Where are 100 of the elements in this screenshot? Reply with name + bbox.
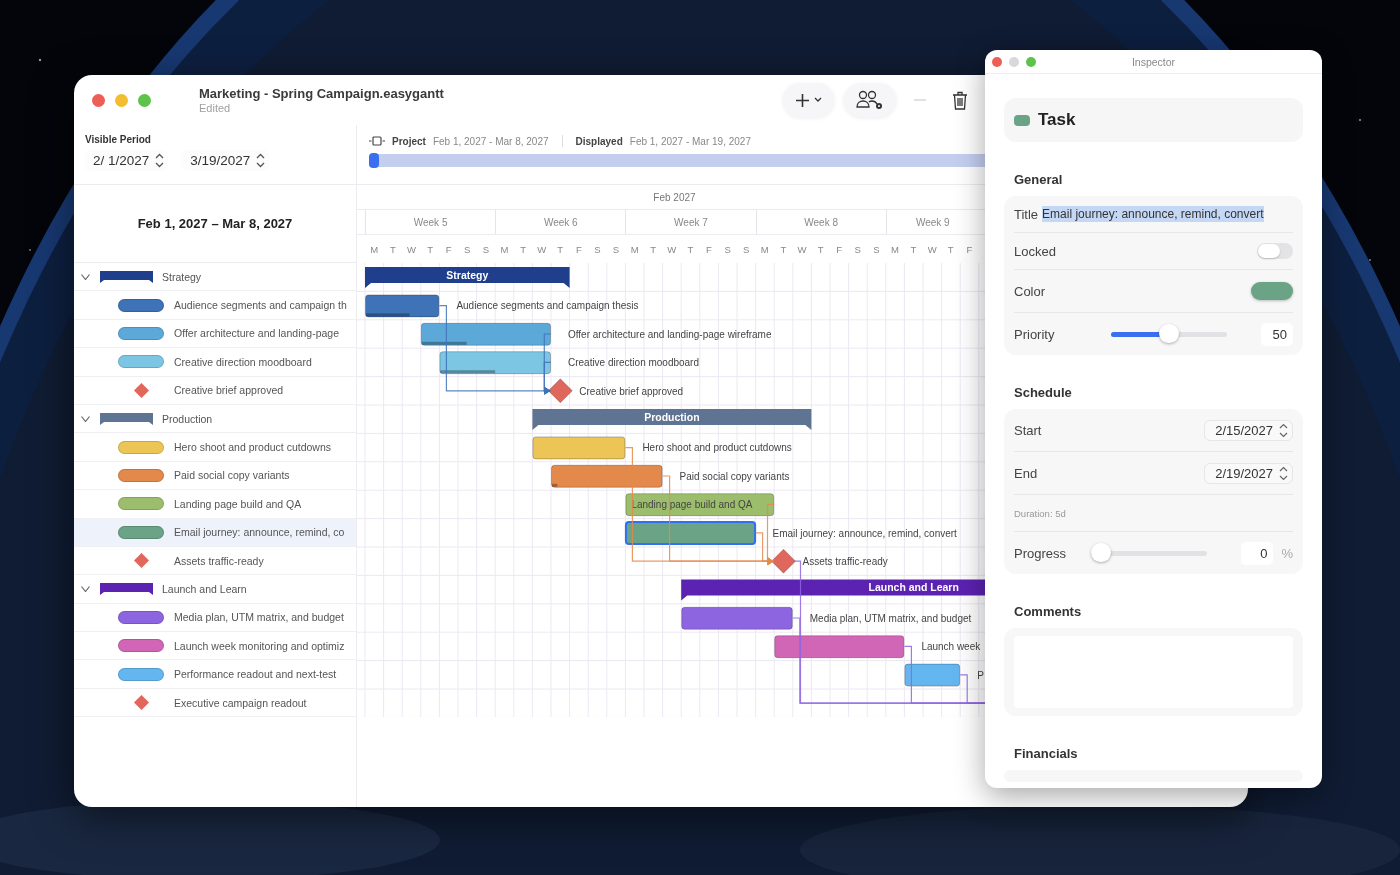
summary-bar[interactable] — [532, 409, 812, 430]
color-well[interactable] — [1251, 282, 1293, 300]
summary-bar[interactable] — [681, 579, 986, 601]
day-label: W — [796, 243, 808, 255]
day-label: S — [742, 243, 751, 255]
milestone-diamond[interactable] — [771, 548, 796, 574]
day-label: W — [536, 243, 548, 255]
day-label: S — [853, 243, 862, 255]
task-row[interactable]: Strategy — [74, 263, 356, 292]
zoom-button[interactable] — [1026, 56, 1036, 67]
title-field[interactable]: Email journey: announce, remind, convert — [1042, 206, 1264, 222]
number-field[interactable]: 50 — [1261, 322, 1293, 346]
date-field[interactable]: 2/15/2027 — [1204, 419, 1293, 441]
displayed-label: Displayed — [575, 135, 623, 147]
day-label: T — [816, 243, 825, 255]
chevron-icon[interactable] — [81, 586, 90, 592]
day-label: F — [574, 243, 583, 255]
milestone-diamond[interactable] — [547, 378, 573, 404]
task-row[interactable]: Paid social copy variants — [74, 461, 356, 491]
zoom-button[interactable] — [138, 93, 151, 107]
field-label: Progress — [1014, 545, 1067, 561]
trash-icon — [952, 90, 968, 110]
group-bar-label: Strategy — [446, 270, 489, 281]
task-name: Performance readout and next-test — [174, 668, 337, 681]
field-label: Color — [1014, 283, 1046, 299]
task-name: Paid social copy variants — [174, 469, 290, 482]
week-header: Week 6 — [495, 210, 626, 234]
task-row[interactable]: Media plan, UTM matrix, and budget — [74, 603, 356, 633]
slider-thumb[interactable] — [1159, 324, 1179, 343]
day-label: T — [519, 243, 527, 255]
bar-label: Hero shoot and product cutdowns — [642, 442, 792, 454]
month-label: Feb 2027 — [653, 191, 696, 203]
day-label: W — [926, 243, 938, 255]
day-label: S — [463, 243, 472, 255]
section-heading: Financials — [1014, 746, 1079, 761]
slider-track[interactable] — [1111, 324, 1227, 344]
task-name: Hero shoot and product cutdowns — [174, 441, 331, 454]
task-name: Email journey: announce, remind, co — [174, 526, 345, 539]
stepper-icon — [1279, 422, 1288, 438]
task-row[interactable]: Launch and Learn — [74, 575, 356, 604]
bar-label: Landing page build and QA — [631, 499, 753, 511]
day-label: M — [629, 243, 640, 255]
span-icon — [369, 136, 385, 146]
task-row[interactable]: Performance readout and next-test — [74, 660, 356, 689]
chevron-icon[interactable] — [81, 415, 90, 422]
task-row[interactable]: Executive campaign readout — [74, 688, 356, 718]
day-label: M — [499, 243, 510, 255]
bar-label: Assets traffic-ready — [802, 556, 888, 567]
task-bar[interactable] — [624, 521, 757, 546]
slider-thumb[interactable] — [1091, 543, 1112, 562]
task-name: Audience segments and campaign th — [174, 299, 347, 312]
day-label: S — [481, 243, 491, 255]
task-name: Offer architecture and landing-page — [174, 327, 339, 340]
window-title: Inspector — [1130, 55, 1177, 68]
bar-label: Offer architecture and landing-page wireframe — [568, 328, 772, 340]
week-header: Week 5 — [365, 210, 496, 234]
task-row[interactable]: Hero shoot and product cutdowns — [74, 433, 356, 462]
date-range-heading: Feb 1, 2027 – Mar 8, 2027 — [137, 216, 293, 231]
chevron-icon[interactable] — [81, 273, 90, 280]
range-handle[interactable] — [369, 153, 379, 168]
task-row[interactable]: Production — [74, 404, 356, 434]
group-bar-label: Production — [644, 412, 700, 423]
task-row[interactable]: Offer architecture and landing-page — [74, 319, 356, 349]
date-field[interactable]: 2/19/2027 — [1204, 462, 1293, 484]
close-button[interactable] — [92, 93, 105, 107]
stepper-icon — [1279, 465, 1288, 481]
group-name: Production — [162, 412, 213, 425]
day-label: S — [723, 243, 732, 255]
close-button[interactable] — [992, 56, 1002, 67]
task-row[interactable]: Creative direction moodboard — [74, 348, 356, 377]
day-label: T — [389, 243, 397, 255]
task-row[interactable]: Email journey: announce, remind, co — [74, 518, 356, 547]
task-row[interactable]: Assets traffic-ready — [74, 546, 356, 576]
task-row[interactable]: Creative brief approved — [74, 376, 356, 405]
people-settings-button[interactable] — [844, 83, 896, 117]
bar-label: Media plan, UTM matrix, and budget — [809, 612, 972, 624]
project-range: Feb 1, 2027 - Mar 8, 2027 — [432, 135, 549, 147]
field-label: Start — [1014, 422, 1042, 438]
day-label: F — [444, 243, 453, 255]
day-label: T — [649, 243, 658, 255]
task-row[interactable]: Launch week monitoring and optimiz — [74, 632, 356, 661]
week-header: Week 9 — [885, 210, 979, 234]
summary-bar[interactable] — [365, 267, 570, 288]
slider-track[interactable] — [1091, 543, 1208, 563]
day-label: T — [909, 243, 918, 255]
field-label: End — [1014, 465, 1038, 481]
stepper-icon — [155, 153, 165, 168]
section-heading: Comments — [1014, 604, 1083, 619]
task-name: Creative direction moodboard — [174, 355, 312, 368]
add-button[interactable] — [783, 83, 834, 117]
task-name: Landing page build and QA — [174, 497, 302, 510]
day-label: W — [406, 243, 417, 255]
number-field[interactable]: 0 — [1241, 541, 1274, 565]
day-label: S — [611, 243, 621, 255]
toggle-switch[interactable] — [1257, 243, 1293, 259]
day-label: W — [666, 243, 678, 255]
displayed-range: Feb 1, 2027 - Mar 19, 2027 — [629, 135, 751, 147]
group-bar-label: Launch and Learn — [868, 582, 959, 594]
task-row[interactable]: Audience segments and campaign th — [74, 291, 356, 320]
task-row[interactable]: Landing page build and QA — [74, 490, 356, 519]
